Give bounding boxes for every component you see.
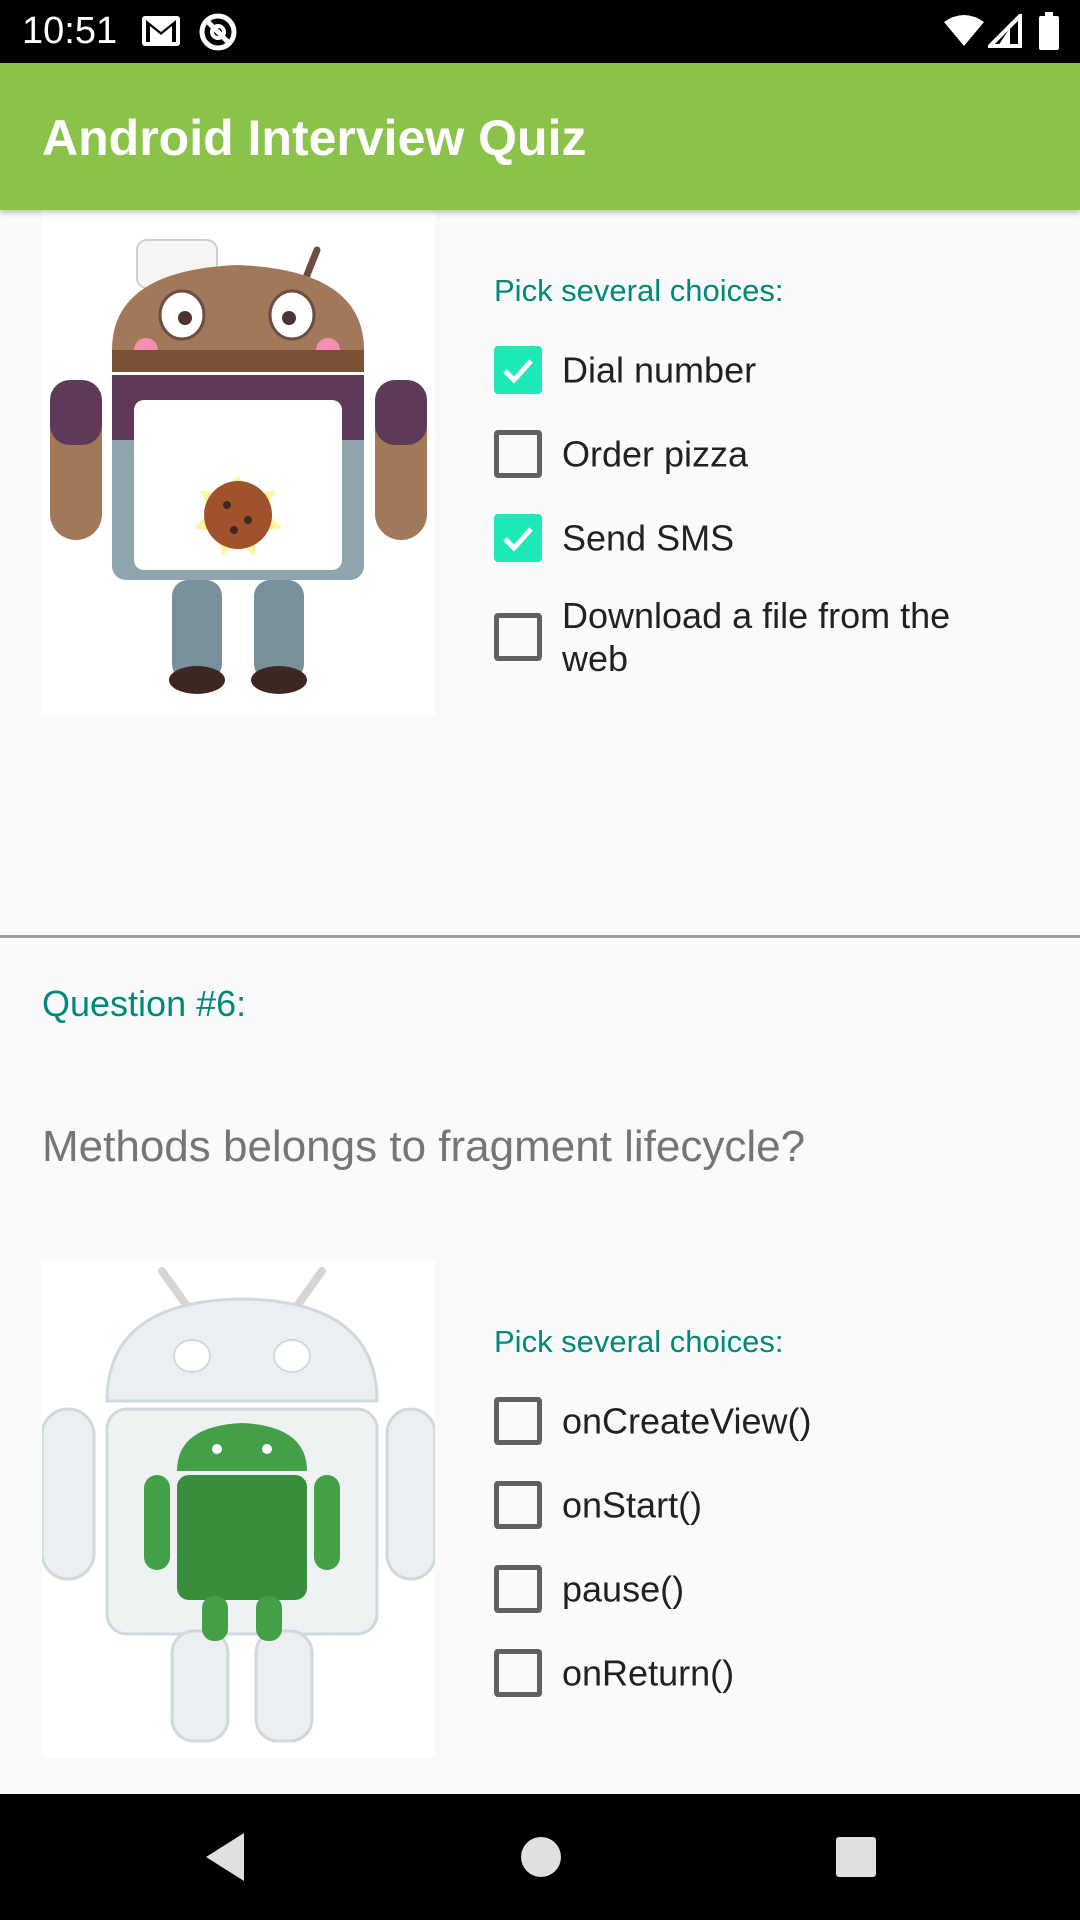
checkbox-unchecked-icon[interactable] bbox=[494, 1397, 542, 1445]
android-clear-figure bbox=[42, 1261, 435, 1756]
back-icon[interactable] bbox=[200, 1829, 250, 1890]
option-label: Order pizza bbox=[562, 433, 749, 475]
option-dial-number[interactable] bbox=[494, 210, 1054, 270]
option-order-pizza[interactable]: Order pizza bbox=[494, 424, 1054, 484]
app-title: Android Interview Quiz bbox=[42, 110, 587, 166]
battery-icon bbox=[1038, 12, 1060, 55]
option-onreturn[interactable]: onReturn() bbox=[494, 1643, 1054, 1703]
signal-icon bbox=[985, 11, 1022, 53]
option-download-file[interactable]: Download a file from the web bbox=[494, 592, 1054, 682]
home-icon[interactable] bbox=[513, 1829, 569, 1890]
checkbox-unchecked-icon[interactable] bbox=[494, 430, 542, 478]
option-pause[interactable]: pause() bbox=[494, 1559, 1054, 1619]
navigation-bar bbox=[0, 1794, 1080, 1920]
status-bar: 10:51 bbox=[0, 0, 1080, 63]
status-time: 10:51 bbox=[22, 10, 118, 52]
checkbox-checked-icon[interactable] bbox=[494, 514, 542, 562]
option-label: onStart() bbox=[562, 1484, 703, 1526]
option-label: Dial number bbox=[562, 349, 757, 391]
checkbox-unchecked-icon[interactable] bbox=[494, 1481, 542, 1529]
option-label: Send SMS bbox=[562, 517, 735, 559]
question-5-pick-label: Pick several choices: bbox=[494, 273, 784, 308]
question-6-number: Question #6: bbox=[42, 983, 247, 1024]
app-bar: Android Interview Quiz bbox=[0, 63, 1080, 210]
question-5-image bbox=[42, 210, 435, 715]
question-divider bbox=[0, 935, 1080, 938]
option-dial-number[interactable]: Dial number bbox=[494, 340, 1054, 400]
android-cookie-chef-figure bbox=[42, 210, 435, 715]
checkbox-unchecked-icon[interactable] bbox=[494, 1565, 542, 1613]
wifi-icon bbox=[944, 14, 984, 53]
option-oncreateview[interactable]: onCreateView() bbox=[494, 1391, 1054, 1451]
quiz-scroll-content[interactable]: Pick several choices: Dial number Order … bbox=[0, 210, 1080, 1794]
checkbox-checked-icon[interactable] bbox=[494, 346, 542, 394]
option-label: onReturn() bbox=[562, 1652, 735, 1694]
question-6-text: Methods belongs to fragment lifecycle? bbox=[42, 1122, 806, 1171]
option-label: onCreateView() bbox=[562, 1400, 812, 1442]
gmail-icon bbox=[140, 12, 182, 55]
sync-icon bbox=[198, 12, 238, 57]
recents-icon[interactable] bbox=[828, 1829, 884, 1890]
checkbox-unchecked-icon[interactable] bbox=[494, 613, 542, 661]
question-6-image bbox=[42, 1261, 435, 1756]
option-onstart[interactable]: onStart() bbox=[494, 1475, 1054, 1535]
question-6-pick-label: Pick several choices: bbox=[494, 1324, 784, 1359]
checkbox-unchecked-icon[interactable] bbox=[494, 1649, 542, 1697]
option-send-sms[interactable]: Send SMS bbox=[494, 508, 1054, 568]
option-label: Download a file from the web bbox=[562, 595, 951, 679]
option-label: pause() bbox=[562, 1568, 685, 1610]
